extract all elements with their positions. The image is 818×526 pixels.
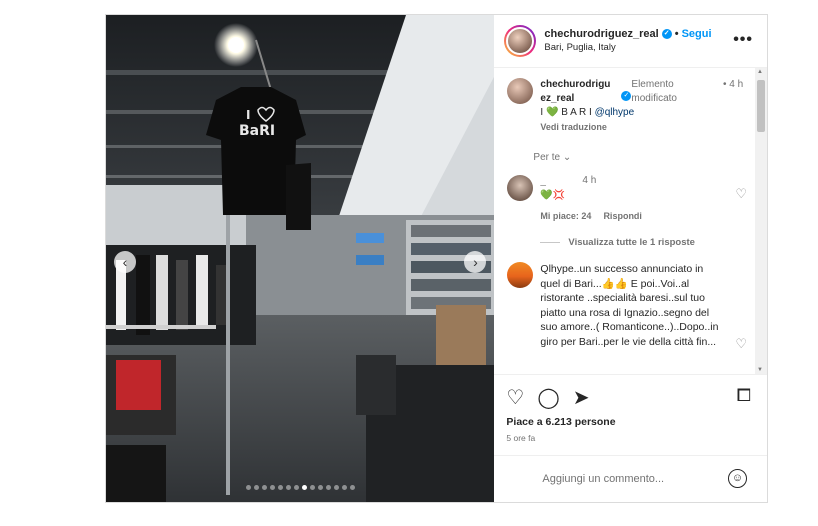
- header-username[interactable]: chechurodriguez_real: [544, 27, 658, 41]
- comment-text: Qlhype..un successo annunciato in quel d…: [540, 263, 719, 348]
- caption-avatar[interactable]: [507, 78, 534, 104]
- edited-line2: modificato: [631, 93, 677, 104]
- comment-avatar[interactable]: [507, 175, 534, 201]
- carousel-dot[interactable]: [301, 485, 307, 490]
- caption-time: • 4 h: [723, 78, 749, 92]
- follow-button[interactable]: Segui: [682, 27, 712, 41]
- carousel-dot[interactable]: [333, 485, 339, 490]
- svg-text:I: I: [246, 108, 250, 122]
- post-media: I BaRI ‹ ›: [106, 15, 495, 502]
- carousel-dot[interactable]: [317, 485, 323, 490]
- comment-item: _ 💚💢 Mi piace: 24 Rispondi 4 h ♡: [507, 175, 751, 223]
- carousel-dot[interactable]: [253, 485, 259, 490]
- mention-link[interactable]: @qlhype: [595, 107, 635, 118]
- comment-avatar[interactable]: [507, 262, 534, 288]
- store-photo: I BaRI: [106, 15, 495, 502]
- scroll-up-icon[interactable]: ▲: [757, 69, 763, 75]
- caption-time-value: 4 h: [729, 79, 744, 90]
- verified-badge-icon: ✓: [661, 29, 672, 39]
- post-time-ago[interactable]: 5 ore fa: [506, 433, 755, 443]
- comments-section: chechurodrigu ez_real I 💚 B A R I @qlhyp…: [494, 68, 767, 374]
- carousel-dot[interactable]: [293, 485, 299, 490]
- reply-button[interactable]: Rispondi: [603, 209, 642, 223]
- view-replies-label: Visualizza tutte le 1 risposte: [568, 237, 695, 248]
- bookmark-icon[interactable]: ⧠: [737, 385, 751, 406]
- caption-username-line2[interactable]: ez_real: [540, 92, 634, 106]
- comment-item: Qlhype..un successo annunciato in quel d…: [507, 262, 751, 352]
- carousel-dot[interactable]: [341, 485, 347, 490]
- scrollbar-thumb[interactable]: [757, 80, 765, 132]
- comment-bubble-icon[interactable]: ◯: [537, 385, 559, 410]
- view-replies-button[interactable]: Visualizza tutte le 1 risposte: [540, 237, 751, 248]
- replies-divider: [540, 242, 561, 243]
- caption: chechurodrigu ez_real I 💚 B A R I @qlhyp…: [507, 78, 751, 134]
- comment-like-heart-icon[interactable]: ♡: [735, 186, 747, 202]
- per-te-dropdown[interactable]: Per te ⌄: [533, 152, 751, 163]
- chevron-down-icon: ⌄: [562, 152, 572, 163]
- comment-text: 💚💢: [540, 190, 566, 201]
- green-heart-emoji: 💚: [545, 107, 559, 118]
- caption-time-dot: •: [723, 79, 727, 90]
- post-modal: I BaRI ‹ › chechurodriguez_real ✓ • Segu…: [105, 14, 768, 503]
- comment-like-heart-icon[interactable]: ♡: [735, 336, 747, 352]
- post-sidebar: chechurodriguez_real ✓ • Segui Bari, Pug…: [494, 15, 767, 502]
- carousel-dot[interactable]: [309, 485, 315, 490]
- svg-text:BaRI: BaRI: [239, 123, 275, 139]
- add-comment-input[interactable]: Aggiungi un commento...: [542, 473, 664, 485]
- carousel-dots: [106, 485, 494, 490]
- carousel-dot[interactable]: [285, 485, 291, 490]
- chevron-left-icon: ‹: [122, 254, 128, 270]
- header-separator: •: [674, 28, 679, 40]
- carousel-dot[interactable]: [325, 485, 331, 490]
- scroll-down-icon[interactable]: ▼: [757, 367, 763, 373]
- like-heart-icon[interactable]: ♡: [506, 385, 524, 410]
- add-comment-bar: Aggiungi un commento... ☺: [494, 455, 767, 502]
- per-te-label: Per te: [533, 152, 561, 163]
- caption-text-start: I: [540, 107, 544, 118]
- comments-scrollbar[interactable]: ▲ ▼: [755, 68, 767, 374]
- edited-label: Elemento modificato: [631, 78, 693, 106]
- carousel-dot[interactable]: [269, 485, 275, 490]
- caption-text: I 💚 B A R I @qlhype: [540, 106, 634, 120]
- location-link[interactable]: Bari, Puglia, Italy: [544, 41, 711, 55]
- caption-username-line1[interactable]: chechurodrigu: [540, 78, 634, 92]
- comment-likes[interactable]: Mi piace: 24: [540, 209, 591, 223]
- post-header: chechurodriguez_real ✓ • Segui Bari, Pug…: [494, 15, 767, 68]
- comment-time: 4 h: [582, 175, 597, 186]
- avatar[interactable]: [504, 25, 537, 57]
- post-actions: ♡ ◯ ➤ ⧠ Piace a 6.213 persone 5 ore fa: [494, 374, 767, 455]
- carousel-dot[interactable]: [349, 485, 355, 490]
- carousel-dot[interactable]: [245, 485, 251, 490]
- translate-button[interactable]: Vedi traduzione: [540, 120, 634, 134]
- carousel-dot[interactable]: [277, 485, 283, 490]
- emoji-smiley-icon[interactable]: ☺: [728, 469, 747, 488]
- caption-text-end: B A R I: [561, 107, 592, 118]
- carousel-dot[interactable]: [261, 485, 267, 490]
- edited-line1: Elemento: [631, 79, 674, 90]
- more-options-icon[interactable]: •••: [733, 31, 753, 49]
- likes-count[interactable]: Piace a 6.213 persone: [506, 416, 755, 428]
- carousel-prev-button[interactable]: ‹: [114, 251, 136, 273]
- share-send-icon[interactable]: ➤: [573, 385, 590, 410]
- chevron-right-icon: ›: [473, 254, 478, 270]
